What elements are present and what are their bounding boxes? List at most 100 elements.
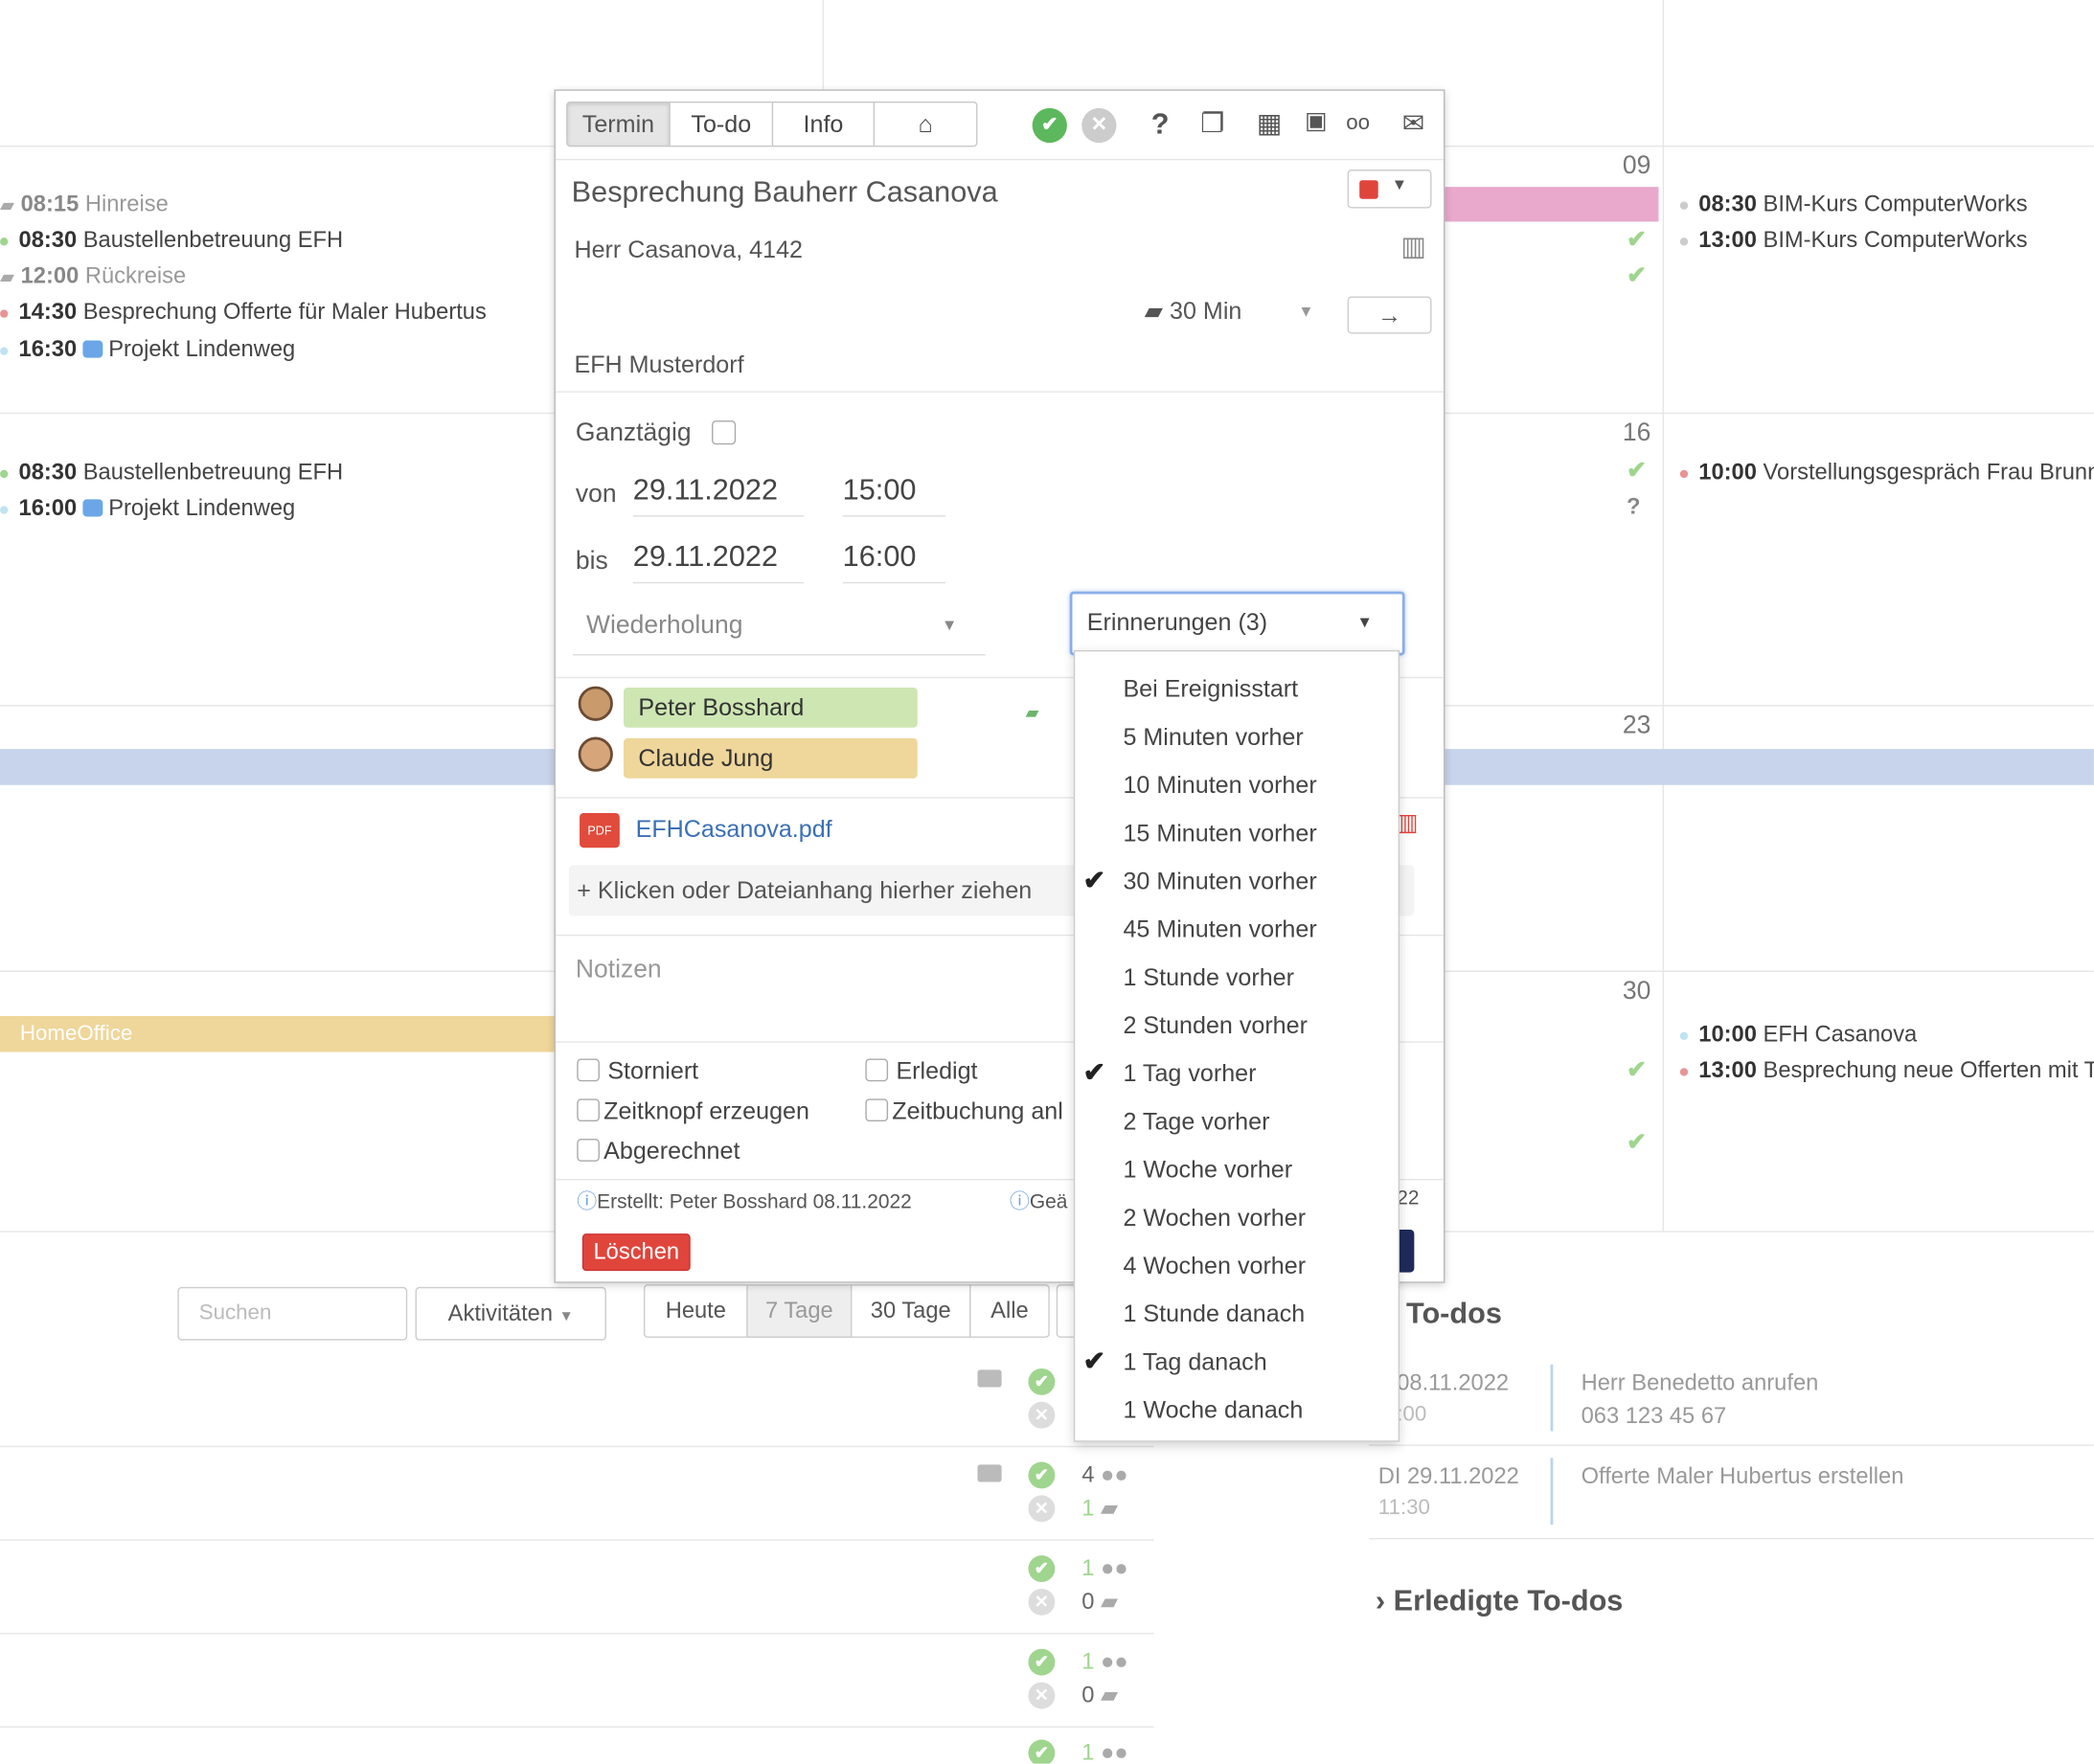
tab-info[interactable]: Info xyxy=(771,101,876,147)
color-picker[interactable]: ▼ xyxy=(1347,170,1432,209)
chevron-down-icon: ▼ xyxy=(941,615,958,635)
check-icon[interactable]: ✔ xyxy=(1028,1648,1056,1676)
search-input[interactable]: Suchen xyxy=(177,1286,408,1341)
to-time-input[interactable]: 16:00 xyxy=(842,539,946,584)
done-todos-toggle[interactable]: › Erledigte To-dos xyxy=(1376,1583,1623,1617)
reminder-option[interactable]: ✔ 1 Tag vorher xyxy=(1075,1050,1398,1097)
reminder-option[interactable]: 1 Stunde danach xyxy=(1075,1290,1398,1338)
check-icon[interactable]: ✔ xyxy=(1028,1555,1056,1583)
range-all[interactable]: Alle xyxy=(969,1284,1050,1338)
lock-open-icon[interactable]: ▣ xyxy=(1305,107,1328,135)
range-7days[interactable]: 7 Tage xyxy=(746,1284,853,1338)
event-title[interactable]: Besprechung Bauherr Casanova xyxy=(572,175,998,210)
pdf-icon: PDF xyxy=(580,813,620,848)
todo-title[interactable]: Herr Benedetto anrufen xyxy=(1582,1369,1819,1396)
location[interactable]: EFH Musterdorf xyxy=(574,351,743,379)
car-count: 0 ▰ xyxy=(1081,1682,1119,1708)
check-icon: ✔ xyxy=(1627,225,1648,253)
travel-time[interactable]: ▰ 30 Min xyxy=(1145,298,1242,326)
contact[interactable]: Herr Casanova, 4142 xyxy=(574,237,803,264)
tab-termin[interactable]: Termin xyxy=(566,101,671,147)
decline-icon[interactable]: ✕ xyxy=(1081,107,1117,144)
cancel-icon[interactable]: ✕ xyxy=(1028,1682,1056,1709)
event-hinreise[interactable]: ▰ 08:15 Hinreise xyxy=(0,191,169,217)
travel-direction-button[interactable]: → xyxy=(1347,296,1432,334)
reminder-option[interactable]: 2 Tage vorher xyxy=(1075,1097,1398,1145)
reminder-option[interactable]: 2 Wochen vorher xyxy=(1075,1193,1398,1241)
repeat-select[interactable]: Wiederholung ▼ xyxy=(573,607,986,656)
participant-peter[interactable]: Peter Bosshard xyxy=(624,687,918,728)
trash-icon[interactable]: ▥ xyxy=(1400,230,1425,263)
timebooking-checkbox[interactable]: Zeitbuchung anl xyxy=(865,1097,1063,1125)
reminder-option[interactable]: 5 Minuten vorher xyxy=(1075,712,1398,760)
delete-button[interactable]: Löschen xyxy=(581,1233,691,1272)
range-today[interactable]: Heute xyxy=(643,1284,748,1338)
reminder-option[interactable]: 15 Minuten vorher xyxy=(1075,809,1398,857)
participant-count: 1 ●● xyxy=(1081,1555,1128,1581)
reminder-option[interactable]: 1 Woche danach xyxy=(1075,1386,1398,1434)
reminder-option-label: 1 Woche danach xyxy=(1123,1396,1304,1424)
event-efh-casanova[interactable]: 10:00 EFH Casanova xyxy=(1679,1021,1917,1048)
reminder-option-label: 1 Stunde vorher xyxy=(1123,963,1295,991)
todo-title[interactable]: Offerte Maler Hubertus erstellen xyxy=(1582,1463,1904,1490)
glasses-icon[interactable]: oo xyxy=(1346,112,1370,136)
range-30days[interactable]: 30 Tage xyxy=(851,1284,971,1338)
help-icon[interactable]: ? xyxy=(1151,107,1170,142)
timebutton-checkbox[interactable]: Zeitknopf erzeugen xyxy=(577,1097,809,1125)
event-besprechung-offerte[interactable]: 14:30 Besprechung Offerte für Maler Hube… xyxy=(0,299,487,326)
event-lindenweg-2[interactable]: 16:00 Projekt Lindenweg xyxy=(0,495,295,522)
car-icon: ▰ xyxy=(1144,297,1164,325)
event-bim-2[interactable]: 13:00 BIM-Kurs ComputerWorks xyxy=(1679,227,2028,254)
changed-info-tail: 22 xyxy=(1397,1187,1420,1210)
allday-label: Ganztägig xyxy=(575,418,692,448)
event-bim-1[interactable]: 08:30 BIM-Kurs ComputerWorks xyxy=(1679,191,2028,217)
billed-checkbox[interactable]: Abgerechnet xyxy=(577,1138,740,1165)
attachment-link[interactable]: EFHCasanova.pdf xyxy=(636,816,832,844)
day-number: 30 xyxy=(1622,977,1651,1006)
mail-icon[interactable]: ✉ xyxy=(1402,107,1424,141)
event-baustelle-2[interactable]: 08:30 Baustellenbetreuung EFH xyxy=(0,460,343,486)
reminder-option-label: 4 Wochen vorher xyxy=(1123,1252,1307,1279)
people-icon: ●● xyxy=(1101,1648,1128,1675)
reminder-option[interactable]: ✔ 1 Tag danach xyxy=(1075,1338,1398,1386)
confirm-icon[interactable]: ✔ xyxy=(1032,107,1067,144)
reminder-option[interactable]: Bei Ereignisstart xyxy=(1075,665,1398,712)
reminder-option[interactable]: ✔ 30 Minuten vorher xyxy=(1075,857,1398,905)
cancel-icon[interactable]: ✕ xyxy=(1028,1495,1056,1523)
day-number: 23 xyxy=(1622,712,1651,740)
from-date-input[interactable]: 29.11.2022 xyxy=(632,473,805,517)
cancel-icon[interactable]: ✕ xyxy=(1028,1401,1056,1429)
reminder-option[interactable]: 45 Minuten vorher xyxy=(1075,905,1398,953)
reminder-option[interactable]: 4 Wochen vorher xyxy=(1075,1242,1398,1290)
to-date-input[interactable]: 29.11.2022 xyxy=(632,539,805,584)
from-time-input[interactable]: 15:00 xyxy=(842,473,946,517)
check-icon[interactable]: ✔ xyxy=(1028,1461,1056,1489)
notes-input[interactable]: Notizen xyxy=(576,956,662,985)
reminder-option[interactable]: 1 Woche vorher xyxy=(1075,1145,1398,1193)
event-vorstellung[interactable]: 10:00 Vorstellungsgespräch Frau Brunn xyxy=(1679,460,2094,486)
chevron-down-icon[interactable]: ▼ xyxy=(1298,302,1314,321)
check-icon[interactable]: ✔ xyxy=(1028,1739,1056,1764)
calendar-check-icon[interactable]: ▦ xyxy=(1257,107,1282,141)
home-icon: ⌂ xyxy=(918,110,933,138)
reminder-option[interactable]: 2 Stunden vorher xyxy=(1075,1002,1398,1050)
allday-checkbox[interactable] xyxy=(712,420,737,445)
participant-claude[interactable]: Claude Jung xyxy=(624,737,918,779)
activities-dropdown[interactable]: Aktivitäten ▼ xyxy=(415,1286,606,1341)
event-offerten[interactable]: 13:00 Besprechung neue Offerten mit T xyxy=(1679,1057,2094,1084)
event-rueckreise[interactable]: ▰ 12:00 Rückreise xyxy=(0,263,186,290)
reminder-option[interactable]: 10 Minuten vorher xyxy=(1075,761,1398,809)
done-checkbox[interactable]: Erledigt xyxy=(865,1057,978,1085)
homeoffice-bar[interactable]: HomeOffice xyxy=(0,1015,556,1052)
tab-todo[interactable]: To-do xyxy=(669,101,774,147)
cancelled-checkbox[interactable]: Storniert xyxy=(577,1057,698,1085)
reminders-select[interactable]: Erinnerungen (3) ▼ xyxy=(1069,591,1405,656)
copy-icon[interactable]: ❐ xyxy=(1200,107,1224,141)
tab-home[interactable]: ⌂ xyxy=(873,101,978,147)
check-icon[interactable]: ✔ xyxy=(1028,1368,1056,1395)
cancel-icon[interactable]: ✕ xyxy=(1028,1588,1056,1616)
reminder-option[interactable]: 1 Stunde vorher xyxy=(1075,953,1398,1001)
event-baustelle[interactable]: 08:30 Baustellenbetreuung EFH xyxy=(0,227,343,254)
reminder-option-label: 1 Woche vorher xyxy=(1123,1156,1293,1184)
event-lindenweg[interactable]: 16:30 Projekt Lindenweg xyxy=(0,336,295,363)
